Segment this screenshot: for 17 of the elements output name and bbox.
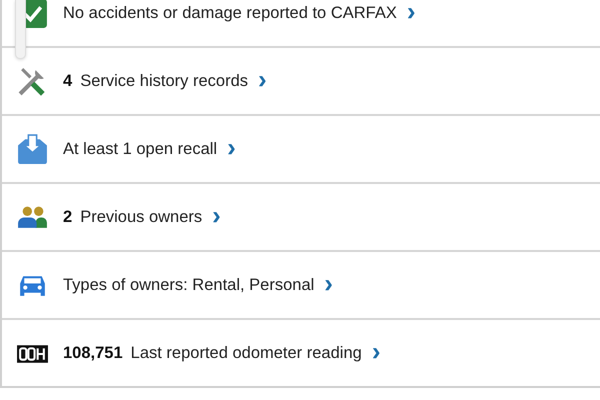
chevron[interactable]: ›	[406, 0, 416, 24]
chevron[interactable]: ›	[227, 134, 236, 160]
mailbox-icon	[16, 132, 49, 166]
row-label: Service history records	[80, 72, 248, 90]
chevron[interactable]: ›	[258, 66, 267, 92]
row-label: Previous owners	[80, 208, 202, 226]
count: 2	[63, 208, 72, 226]
chevron[interactable]: ›	[372, 338, 380, 364]
count: 108,751	[63, 344, 123, 362]
scrollbar[interactable]	[15, 0, 26, 59]
row-label: Last reported odometer reading	[130, 344, 362, 362]
row-label: At least 1 open recall	[63, 140, 218, 158]
row-label: Types of owners: Rental, Personal	[63, 276, 314, 294]
row-label: No accidents or damage reported to CARFAX	[63, 4, 397, 22]
chevron[interactable]: ›	[212, 202, 221, 228]
count: 4	[63, 72, 72, 90]
chevron[interactable]: ›	[324, 270, 333, 296]
